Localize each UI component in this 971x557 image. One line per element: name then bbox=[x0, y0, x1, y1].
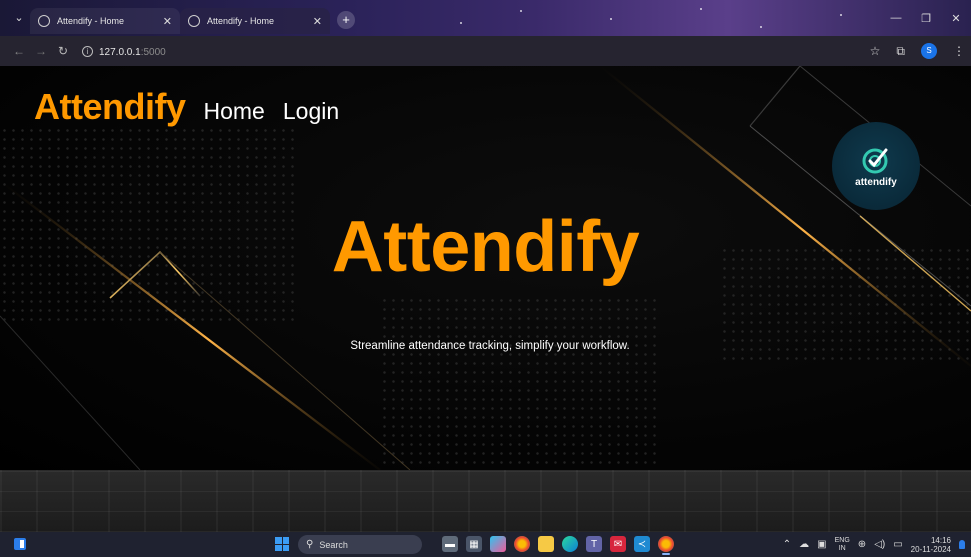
browser-tab-strip: ⌄ Attendify - Home ✕ Attendify - Home ✕ … bbox=[0, 0, 971, 36]
profile-avatar[interactable]: S bbox=[921, 43, 937, 59]
url-port: :5000 bbox=[140, 47, 166, 58]
site-navbar: Attendify Home Login bbox=[34, 86, 339, 128]
copilot-icon[interactable] bbox=[490, 536, 506, 552]
chrome-icon[interactable] bbox=[514, 536, 530, 552]
site-info-icon[interactable]: i bbox=[82, 45, 93, 57]
background-star bbox=[760, 26, 762, 28]
close-icon[interactable]: ✕ bbox=[313, 15, 322, 28]
page-footer-background bbox=[0, 470, 971, 532]
language-indicator[interactable]: ENG IN bbox=[835, 537, 850, 553]
page-viewport: Attendify Home Login attendify Attendify… bbox=[0, 66, 971, 470]
battery-icon[interactable]: ▭ bbox=[893, 539, 902, 550]
language-secondary: IN bbox=[838, 544, 846, 552]
file-manager-icon[interactable]: ▬ bbox=[442, 536, 458, 552]
teams-icon[interactable]: T bbox=[586, 536, 602, 552]
search-icon: ⚲ bbox=[306, 539, 314, 550]
vscode-icon[interactable]: ≺ bbox=[634, 536, 650, 552]
tab-attendify-home-1[interactable]: Attendify - Home ✕ bbox=[30, 8, 180, 34]
attendify-logo: attendify bbox=[832, 122, 920, 210]
more-menu-icon[interactable]: ⋮ bbox=[953, 44, 965, 58]
mail-icon[interactable]: ✉ bbox=[610, 536, 626, 552]
start-menu-icon[interactable] bbox=[275, 537, 289, 551]
background-star bbox=[460, 22, 462, 24]
folder-icon[interactable] bbox=[538, 536, 554, 552]
onedrive-icon[interactable]: ☁ bbox=[799, 539, 809, 550]
browser-toolbar: ← → ↻ i 127.0.0.1:5000 ☆ ⧉ S ⋮ bbox=[0, 36, 971, 66]
restore-icon[interactable]: ❐ bbox=[911, 0, 941, 36]
toolbar-actions: ☆ ⧉ S ⋮ bbox=[870, 36, 965, 66]
tab-title: Attendify - Home bbox=[57, 16, 125, 26]
background-star bbox=[840, 14, 842, 16]
clock-time: 14:16 bbox=[930, 535, 951, 545]
extensions-icon[interactable]: ⧉ bbox=[896, 44, 905, 59]
tab-title: Attendify - Home bbox=[207, 16, 275, 26]
nav-link-home[interactable]: Home bbox=[204, 98, 265, 125]
logo-text: attendify bbox=[855, 176, 897, 188]
target-check-icon bbox=[862, 148, 888, 173]
tab-attendify-home-2[interactable]: Attendify - Home ✕ bbox=[180, 8, 330, 34]
taskbar-search-input[interactable] bbox=[319, 539, 410, 550]
chrome-active-icon[interactable] bbox=[658, 536, 674, 555]
forward-arrow-icon[interactable]: → bbox=[30, 44, 52, 58]
address-bar[interactable]: i 127.0.0.1:5000 bbox=[82, 42, 166, 60]
minimize-icon[interactable]: — bbox=[881, 0, 911, 36]
brand-logo-link[interactable]: Attendify bbox=[34, 86, 186, 128]
notification-bell-icon[interactable] bbox=[959, 540, 965, 549]
clock-date: 20-11-2024 bbox=[910, 544, 951, 554]
language-primary: ENG bbox=[834, 536, 850, 544]
taskbar-clock[interactable]: 14:16 20-11-2024 bbox=[911, 536, 951, 554]
chevron-up-icon[interactable]: ⌃ bbox=[783, 539, 791, 550]
background-star bbox=[700, 8, 702, 10]
network-icon[interactable]: ⊕ bbox=[858, 539, 866, 550]
volume-icon[interactable]: ◁) bbox=[874, 539, 885, 550]
background-star bbox=[610, 18, 612, 20]
tray-app-icon[interactable]: ▣ bbox=[817, 539, 826, 550]
back-arrow-icon[interactable]: ← bbox=[8, 44, 30, 58]
globe-icon bbox=[188, 15, 200, 27]
nav-link-login[interactable]: Login bbox=[283, 98, 339, 125]
hero-title: Attendify bbox=[331, 207, 640, 287]
background-star bbox=[520, 10, 522, 12]
globe-icon bbox=[38, 15, 50, 27]
system-tray: ⌃ ☁ ▣ ENG IN ⊕ ◁) ▭ 14:16 20-11-2024 bbox=[783, 532, 965, 557]
reload-icon[interactable]: ↻ bbox=[52, 44, 74, 58]
window-controls: — ❐ ✕ bbox=[881, 0, 971, 36]
edge-icon[interactable] bbox=[562, 536, 578, 552]
close-window-icon[interactable]: ✕ bbox=[941, 0, 971, 36]
calendar-icon[interactable]: ▦ bbox=[466, 536, 482, 552]
pinned-apps: ▬ ▦ T ✉ ≺ bbox=[442, 536, 674, 555]
close-icon[interactable]: ✕ bbox=[163, 15, 172, 28]
windows-taskbar: ⚲ ▬ ▦ T ✉ ≺ ⌃ ☁ ▣ ENG IN ⊕ ◁) ▭ 14:16 20… bbox=[0, 532, 971, 557]
new-tab-button[interactable]: + bbox=[337, 11, 355, 29]
url-host: 127.0.0.1 bbox=[99, 47, 141, 58]
hero-subtitle: Streamline attendance tracking, simplify… bbox=[350, 340, 630, 352]
bookmark-star-icon[interactable]: ☆ bbox=[870, 44, 881, 58]
taskbar-search[interactable]: ⚲ bbox=[298, 535, 422, 554]
widgets-icon[interactable] bbox=[14, 538, 26, 550]
tab-search-button[interactable]: ⌄ bbox=[10, 9, 28, 27]
